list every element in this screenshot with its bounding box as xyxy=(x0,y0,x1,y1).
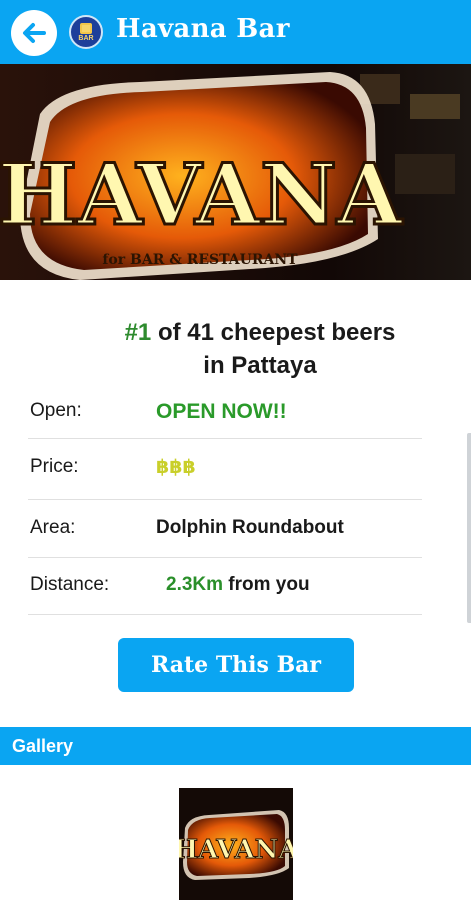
distance-value: 2.3Km from you xyxy=(166,574,310,596)
distance-label: Distance: xyxy=(30,574,110,595)
detail-row-area: Area: Dolphin Roundabout xyxy=(28,500,422,558)
distance-suffix: from you xyxy=(223,574,310,595)
gallery-header: Gallery xyxy=(0,727,471,765)
ranking-headline: #1 of 41 cheepest beers in Pattaya xyxy=(80,316,440,382)
price-label: Price: xyxy=(30,456,79,477)
rank-number: #1 xyxy=(124,319,152,346)
open-label: Open: xyxy=(30,400,82,421)
hero-sign-subtext: for BAR & RESTAURANT xyxy=(102,252,298,268)
hero-image: HAVANA for BAR & RESTAURANT xyxy=(0,64,471,280)
back-button[interactable] xyxy=(11,10,57,56)
arrow-left-icon xyxy=(23,23,46,43)
rank-location: in Pattaya xyxy=(203,352,317,379)
area-label: Area: xyxy=(30,517,76,538)
page-title: Havana Bar xyxy=(116,14,290,44)
rate-bar-button[interactable]: Rate This Bar xyxy=(118,638,354,692)
hero-sign-text: HAVANA xyxy=(0,145,404,244)
hero-sign-photo: HAVANA for BAR & RESTAURANT xyxy=(0,64,471,280)
area-value: Dolphin Roundabout xyxy=(156,517,344,538)
price-value: ฿฿฿ xyxy=(156,457,196,478)
beer-mug-icon: BAR xyxy=(69,15,103,49)
scrollbar[interactable] xyxy=(467,433,471,623)
detail-row-open: Open: OPEN NOW!! xyxy=(28,390,422,439)
detail-row-price: Price: ฿฿฿ xyxy=(28,439,422,500)
gallery-thumbnail[interactable]: HAVANA xyxy=(179,788,293,900)
gallery-title: Gallery xyxy=(12,736,74,756)
thumbnail-sign-text: HAVANA xyxy=(179,835,293,865)
logo-label: BAR xyxy=(78,34,94,42)
distance-number: 2.3Km xyxy=(166,574,224,595)
app-bar: BAR Havana Bar xyxy=(0,0,471,64)
rank-text: of 41 cheepest beers xyxy=(151,319,396,346)
gallery-thumbnail-photo: HAVANA xyxy=(179,788,293,900)
open-status: OPEN NOW!! xyxy=(156,400,287,423)
detail-row-distance: Distance: 2.3Km from you xyxy=(28,558,422,615)
